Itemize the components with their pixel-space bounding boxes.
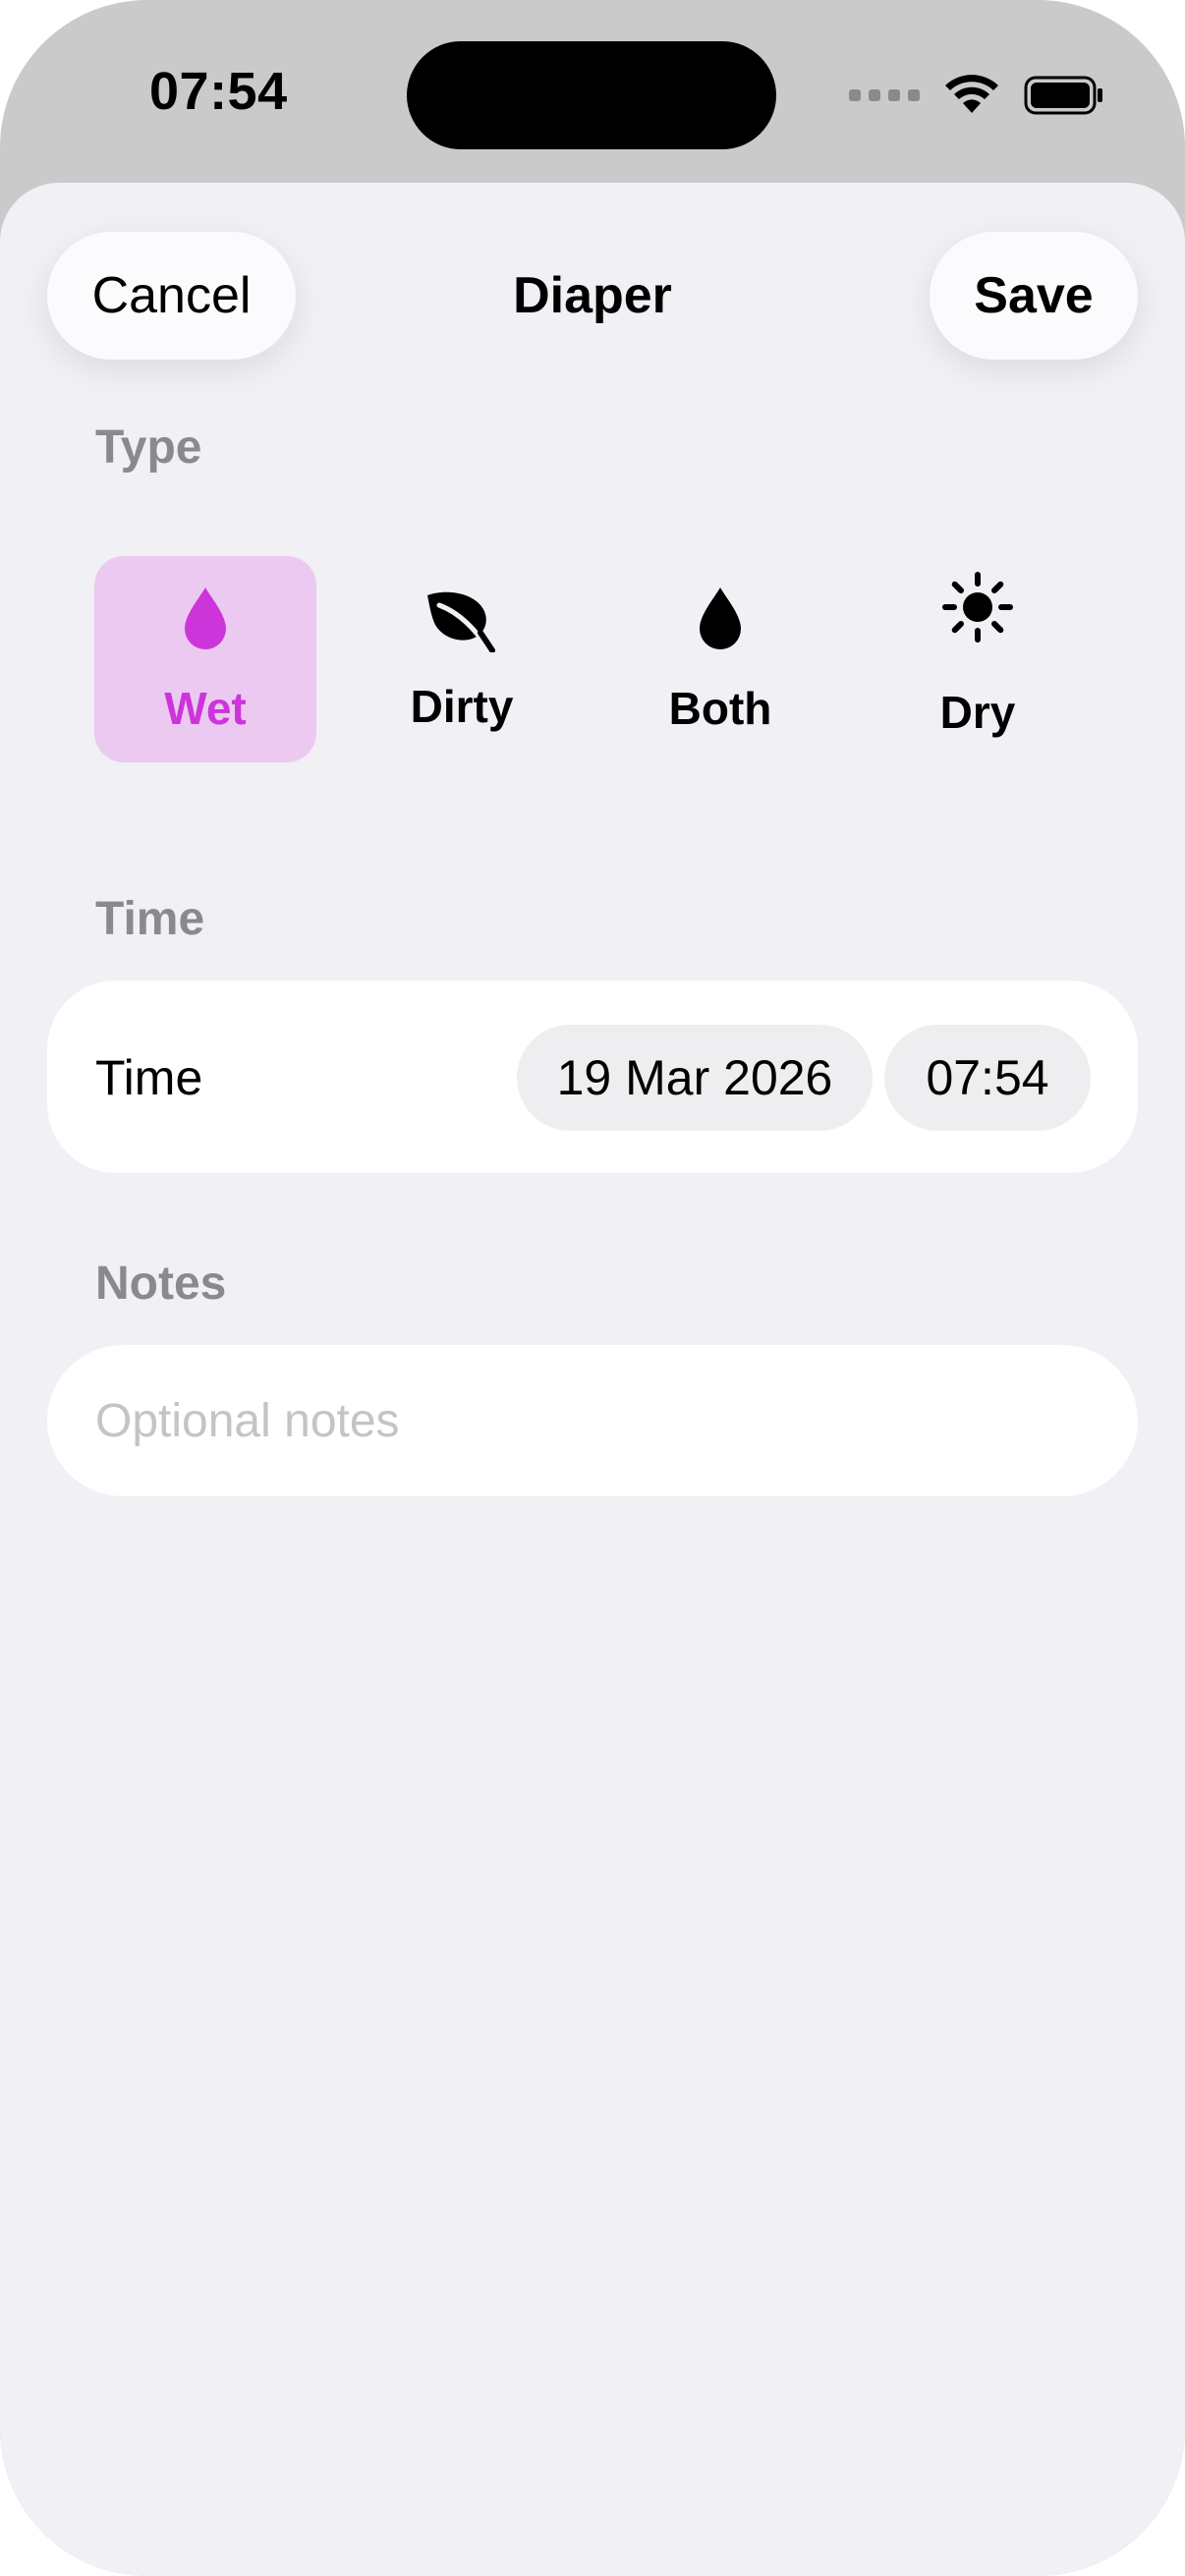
dynamic-island <box>407 41 776 149</box>
cellular-signal-icon <box>849 89 920 101</box>
battery-icon <box>1024 76 1102 115</box>
notes-input[interactable] <box>47 1345 1138 1496</box>
section-label-type: Type <box>95 421 202 474</box>
type-option-label: Wet <box>164 683 247 734</box>
type-option-label: Dirty <box>410 681 514 732</box>
drop-icon <box>700 588 741 649</box>
type-option-label: Dry <box>939 687 1016 738</box>
date-picker[interactable]: 19 Mar 2026 <box>517 1025 873 1131</box>
leaf-icon <box>427 591 495 652</box>
wifi-icon <box>945 75 998 113</box>
type-option-wet[interactable]: Wet <box>94 556 316 762</box>
type-option-label: Both <box>668 683 772 734</box>
type-option-both[interactable]: Both <box>609 556 831 762</box>
type-option-dry[interactable]: Dry <box>867 556 1089 762</box>
device-frame: 07:54 Cancel Diaper Save Type Wet Dirty … <box>0 0 1185 2576</box>
type-option-dirty[interactable]: Dirty <box>351 556 573 762</box>
time-card: Time 19 Mar 2026 07:54 <box>47 980 1138 1173</box>
status-icons <box>849 71 1104 120</box>
sun-icon <box>942 572 1013 643</box>
drop-icon <box>185 588 226 649</box>
save-button[interactable]: Save <box>930 232 1138 360</box>
section-label-time: Time <box>95 893 205 945</box>
status-time: 07:54 <box>149 62 288 121</box>
section-label-notes: Notes <box>95 1258 227 1310</box>
diaper-sheet: Cancel Diaper Save Type Wet Dirty Both D… <box>0 183 1185 2576</box>
time-picker[interactable]: 07:54 <box>884 1025 1091 1131</box>
time-row-label: Time <box>95 1050 203 1105</box>
